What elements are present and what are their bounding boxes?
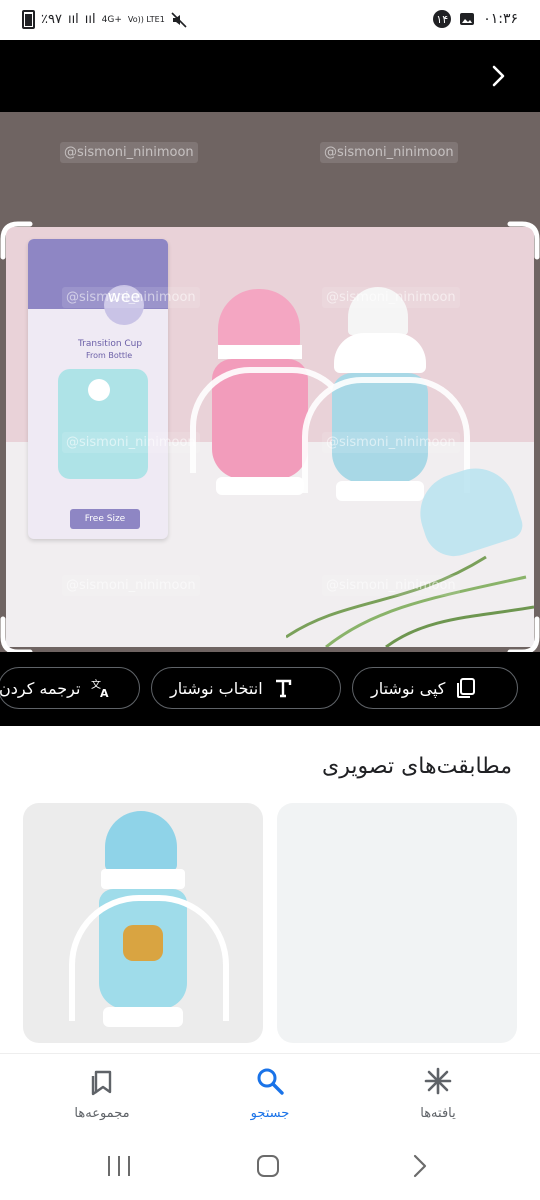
nav-discover[interactable]: یافته‌ها	[378, 1066, 498, 1121]
nav-search[interactable]: جستجو	[210, 1066, 330, 1121]
svg-text:A: A	[100, 687, 109, 699]
network-type: 4G+	[101, 14, 122, 25]
watermark: @sismoni_ninimoon	[320, 142, 458, 163]
gallery-icon	[460, 13, 475, 25]
asterisk-icon	[424, 1067, 452, 1095]
home-icon[interactable]	[256, 1154, 280, 1178]
result-card[interactable]	[23, 803, 263, 1043]
notification-count-badge: ۱۴	[433, 10, 452, 28]
crop-frame-handles[interactable]	[0, 221, 540, 655]
nav-back-icon[interactable]	[410, 1154, 430, 1178]
text-icon	[275, 679, 291, 698]
mute-icon	[171, 11, 187, 28]
back-arrow-icon[interactable]	[486, 64, 510, 88]
result-bottle-spout	[105, 811, 177, 871]
copy-icon	[457, 678, 476, 698]
battery-icon	[22, 10, 35, 29]
collections-icon	[91, 1070, 112, 1096]
result-bottle-collar	[101, 869, 185, 889]
result-card-placeholder[interactable]	[277, 803, 517, 1043]
recent-apps-icon[interactable]	[106, 1154, 132, 1178]
status-right-group: ۱۴ ۰۱:۳۶	[433, 10, 518, 28]
lte-indicator: Vo)) LTE1	[127, 15, 165, 24]
search-icon	[257, 1068, 284, 1095]
select-text-chip[interactable]: انتخاب نوشتار	[151, 667, 341, 709]
copy-text-label: کپی نوشتار	[371, 678, 446, 698]
nav-discover-label: یافته‌ها	[420, 1106, 456, 1121]
signal-icon-2: ııl	[84, 12, 96, 27]
signal-icon: ııl	[67, 12, 79, 27]
nav-collections[interactable]: مجموعه‌ها	[42, 1066, 162, 1121]
top-bar	[0, 40, 540, 112]
copy-text-chip[interactable]: کپی نوشتار	[352, 667, 518, 709]
battery-level: ٪۹۷	[41, 12, 62, 27]
visual-matches-title: مطابقت‌های تصویری	[322, 754, 512, 779]
select-text-label: انتخاب نوشتار	[170, 678, 263, 698]
clock: ۰۱:۳۶	[483, 11, 518, 27]
status-left-group: ٪۹۷ ııl ııl 4G+ Vo)) LTE1	[22, 10, 187, 29]
nav-search-label: جستجو	[250, 1106, 290, 1121]
result-horse-print	[123, 925, 163, 961]
translate-icon: 文 A	[91, 678, 109, 699]
translate-chip[interactable]: ترجمه کردن 文 A	[0, 667, 140, 709]
translate-label: ترجمه کردن	[0, 678, 81, 698]
watermark: @sismoni_ninimoon	[60, 142, 198, 163]
nav-collections-label: مجموعه‌ها	[74, 1106, 130, 1121]
